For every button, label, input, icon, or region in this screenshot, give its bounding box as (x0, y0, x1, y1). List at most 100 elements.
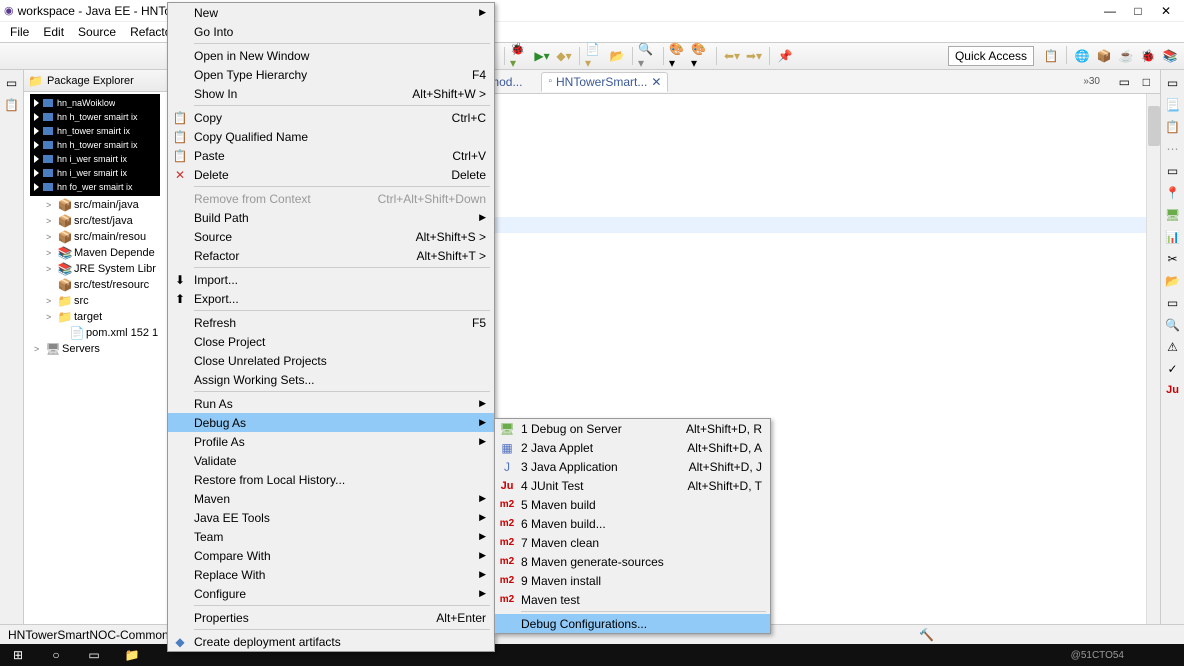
menu-item-build-path[interactable]: Build Path▶ (168, 208, 494, 227)
menu-item-delete[interactable]: ✕DeleteDelete (168, 165, 494, 184)
toolbar-new-icon[interactable]: 📄▾ (585, 46, 605, 66)
menu-item-show-in[interactable]: Show InAlt+Shift+W > (168, 84, 494, 103)
menu-item-restore-from-local-history-[interactable]: Restore from Local History... (168, 470, 494, 489)
persp-open-icon[interactable]: 📋 (1041, 46, 1061, 66)
menu-item-create-deployment-artifacts[interactable]: ◆Create deployment artifacts (168, 632, 494, 651)
junit-icon[interactable]: Ju (1166, 384, 1179, 396)
search-view-icon[interactable]: 🔍 (1165, 318, 1180, 332)
markers-icon[interactable]: 📍 (1165, 186, 1180, 200)
menu-item-team[interactable]: Team▶ (168, 527, 494, 546)
toolbar-forward-icon[interactable]: ➡▾ (744, 46, 764, 66)
servers-icon[interactable]: 🖥 (1165, 208, 1180, 222)
status-build-icon[interactable]: 🔨 (919, 628, 934, 642)
persp-debug-icon[interactable]: 🐞 (1138, 46, 1158, 66)
quick-access-input[interactable]: Quick Access (948, 46, 1034, 66)
explorer-taskbar-icon[interactable]: 📁 (118, 645, 146, 665)
minimize-button[interactable]: — (1104, 5, 1116, 17)
tree-item[interactable]: >📦src/test/java (28, 213, 165, 229)
menu-item-profile-as[interactable]: Profile As▶ (168, 432, 494, 451)
menu-item-maven[interactable]: Maven▶ (168, 489, 494, 508)
menu-item-import-[interactable]: ⬇Import... (168, 270, 494, 289)
toolbar-pin-icon[interactable]: 📌 (775, 46, 795, 66)
menu-item-validate[interactable]: Validate (168, 451, 494, 470)
menu-item-refresh[interactable]: RefreshF5 (168, 313, 494, 332)
submenu-item-3-java-application[interactable]: J3 Java ApplicationAlt+Shift+D, J (495, 457, 770, 476)
submenu-item-8-maven-generate-sources[interactable]: m28 Maven generate-sources (495, 552, 770, 571)
menu-item-go-into[interactable]: Go Into (168, 22, 494, 41)
data-icon[interactable]: 📊 (1165, 230, 1180, 244)
toolbar-debug-icon[interactable]: 🐞▾ (510, 46, 530, 66)
submenu-item-1-debug-on-server[interactable]: 🖥1 Debug on ServerAlt+Shift+D, R (495, 419, 770, 438)
menu-item-paste[interactable]: 📋PasteCtrl+V (168, 146, 494, 165)
persp-javaee-icon[interactable]: 🌐 (1072, 46, 1092, 66)
persp-resource-icon[interactable]: 📦 (1094, 46, 1114, 66)
tree-item[interactable]: >📦src/main/java (28, 197, 165, 213)
editor-vscroll[interactable] (1146, 94, 1160, 626)
menu-item-assign-working-sets-[interactable]: Assign Working Sets... (168, 370, 494, 389)
taskview-icon[interactable]: ▭ (80, 645, 108, 665)
start-button[interactable]: ⊞ (4, 645, 32, 665)
submenu-item-9-maven-install[interactable]: m29 Maven install (495, 571, 770, 590)
submenu-item-5-maven-build[interactable]: m25 Maven build (495, 495, 770, 514)
persp-java-icon[interactable]: ☕ (1116, 46, 1136, 66)
menu-item-compare-with[interactable]: Compare With▶ (168, 546, 494, 565)
menu-item-refactor[interactable]: RefactorAlt+Shift+T > (168, 246, 494, 265)
toolbar-back-icon[interactable]: ⬅▾ (722, 46, 742, 66)
toolbar-search-icon[interactable]: 🔍▾ (638, 46, 658, 66)
editor-minimize-icon[interactable]: ▭ (1119, 75, 1130, 89)
menu-item-copy-qualified-name[interactable]: 📋Copy Qualified Name (168, 127, 494, 146)
menu-item-source[interactable]: SourceAlt+Shift+S > (168, 227, 494, 246)
menu-item-open-type-hierarchy[interactable]: Open Type HierarchyF4 (168, 65, 494, 84)
menu-item-debug-as[interactable]: Debug As▶ (168, 413, 494, 432)
tree-item[interactable]: >📚JRE System Libr (28, 261, 165, 277)
editor-tab[interactable]: ▫HNTowerSmart... ✕ (541, 72, 668, 92)
maximize-button[interactable]: □ (1132, 5, 1144, 17)
trim-view-icon[interactable]: 📋 (4, 98, 19, 112)
tree-item[interactable]: 📦src/test/resourc (28, 277, 165, 293)
tree-item[interactable]: 📄pom.xml 152 1 (28, 325, 165, 341)
trim-restore-right-icon[interactable]: ▭ (1167, 76, 1178, 90)
menu-item-export-[interactable]: ⬆Export... (168, 289, 494, 308)
menu-source[interactable]: Source (72, 23, 122, 41)
toolbar-nav1-icon[interactable]: 🎨▾ (669, 46, 689, 66)
menu-item-close-unrelated-projects[interactable]: Close Unrelated Projects (168, 351, 494, 370)
tree-item[interactable]: >🖥Servers (28, 341, 165, 357)
submenu-item-7-maven-clean[interactable]: m27 Maven clean (495, 533, 770, 552)
toolbar-open-icon[interactable]: 📂 (607, 46, 627, 66)
task-icon[interactable]: 📋 (1165, 120, 1180, 134)
project-tree[interactable]: >📦src/main/java>📦src/test/java>📦src/main… (24, 196, 167, 359)
tree-item[interactable]: >📦src/main/resou (28, 229, 165, 245)
menu-item-open-in-new-window[interactable]: Open in New Window (168, 46, 494, 65)
trim-restore2-icon[interactable]: ▭ (1167, 164, 1178, 178)
trim-restore-icon[interactable]: ▭ (6, 76, 17, 90)
menu-item-configure[interactable]: Configure▶ (168, 584, 494, 603)
menu-item-new[interactable]: New▶ (168, 3, 494, 22)
submenu-item-4-junit-test[interactable]: Ju4 JUnit TestAlt+Shift+D, T (495, 476, 770, 495)
console-icon[interactable]: ▭ (1167, 296, 1178, 310)
editor-overflow[interactable]: »30 (1083, 76, 1100, 87)
outline-icon[interactable]: 📃 (1165, 98, 1180, 112)
navigator-icon[interactable]: 📂 (1165, 274, 1180, 288)
menu-item-close-project[interactable]: Close Project (168, 332, 494, 351)
submenu-item-maven-test[interactable]: m2Maven test (495, 590, 770, 609)
menu-file[interactable]: File (4, 23, 35, 41)
problems-icon[interactable]: ⚠ (1167, 340, 1178, 354)
persp-git-icon[interactable]: 📚 (1160, 46, 1180, 66)
menu-item-run-as[interactable]: Run As▶ (168, 394, 494, 413)
menu-item-remove-from-context[interactable]: Remove from ContextCtrl+Alt+Shift+Down (168, 189, 494, 208)
tree-item[interactable]: >📚Maven Depende (28, 245, 165, 261)
menu-edit[interactable]: Edit (37, 23, 70, 41)
tree-item[interactable]: >📁src (28, 293, 165, 309)
search-taskbar-icon[interactable]: ○ (42, 645, 70, 665)
tasks-view-icon[interactable]: ✓ (1167, 362, 1177, 376)
toolbar-run-icon[interactable]: ▶▾ (532, 46, 552, 66)
toolbar-server-icon[interactable]: ◆▾ (554, 46, 574, 66)
submenu-item-2-java-applet[interactable]: ▦2 Java AppletAlt+Shift+D, A (495, 438, 770, 457)
submenu-item-debug-configurations-[interactable]: Debug Configurations... (495, 614, 770, 633)
menu-item-java-ee-tools[interactable]: Java EE Tools▶ (168, 508, 494, 527)
tree-item[interactable]: >📁target (28, 309, 165, 325)
close-button[interactable]: ✕ (1160, 5, 1172, 17)
toolbar-nav2-icon[interactable]: 🎨▾ (691, 46, 711, 66)
menu-item-replace-with[interactable]: Replace With▶ (168, 565, 494, 584)
menu-item-properties[interactable]: PropertiesAlt+Enter (168, 608, 494, 627)
